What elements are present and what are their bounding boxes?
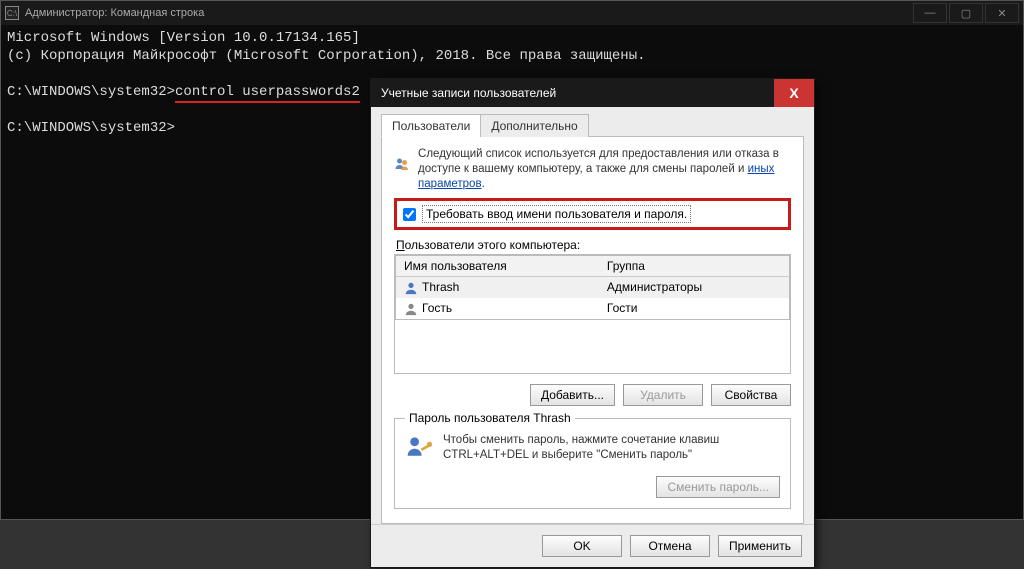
require-login-label[interactable]: Требовать ввод имени пользователя и паро… xyxy=(422,205,691,223)
users-table-wrapper: Имя пользователя Группа Thrash Администр… xyxy=(394,254,791,374)
users-table: Имя пользователя Группа Thrash Администр… xyxy=(395,255,790,320)
dialog-panel: Следующий список используется для предос… xyxy=(381,137,804,524)
user-buttons-row: Добавить... Удалить Свойства xyxy=(394,384,791,406)
col-header-user[interactable]: Имя пользователя xyxy=(396,256,599,277)
cmd-title: Администратор: Командная строка xyxy=(25,7,911,19)
password-text: Чтобы сменить пароль, нажмите сочетание … xyxy=(443,433,780,463)
change-password-button: Сменить пароль... xyxy=(656,476,780,498)
maximize-button[interactable]: ▢ xyxy=(949,3,983,23)
remove-button: Удалить xyxy=(623,384,703,406)
users-list-label: Пользователи этого компьютера: xyxy=(396,238,791,252)
cmd-prompt-2: C:\WINDOWS\system32> xyxy=(7,120,175,136)
add-button[interactable]: Добавить... xyxy=(530,384,615,406)
users-icon xyxy=(394,147,410,181)
close-button[interactable]: ✕ xyxy=(985,3,1019,23)
user-icon xyxy=(404,302,418,316)
cmd-titlebar: C:\ Администратор: Командная строка — ▢ … xyxy=(1,1,1023,25)
dialog-tabs: Пользователи Дополнительно xyxy=(381,113,804,137)
close-icon[interactable]: X xyxy=(774,79,814,107)
intro-text: Следующий список используется для предос… xyxy=(418,147,791,192)
user-icon xyxy=(404,281,418,295)
table-row[interactable]: Thrash Администраторы xyxy=(396,277,790,298)
cancel-button[interactable]: Отмена xyxy=(630,535,710,557)
properties-button[interactable]: Свойства xyxy=(711,384,791,406)
intro-row: Следующий список используется для предос… xyxy=(394,147,791,192)
cmd-entered-command: control userpasswords2 xyxy=(175,84,360,103)
key-icon xyxy=(405,433,433,468)
col-header-group[interactable]: Группа xyxy=(599,256,790,277)
dialog-title: Учетные записи пользователей xyxy=(381,86,774,100)
dialog-titlebar[interactable]: Учетные записи пользователей X xyxy=(371,79,814,107)
password-legend: Пароль пользователя Thrash xyxy=(405,411,575,425)
cmd-line-version: Microsoft Windows [Version 10.0.17134.16… xyxy=(7,30,360,46)
password-groupbox: Пароль пользователя Thrash Чтобы сменить… xyxy=(394,418,791,509)
cmd-prompt-1: C:\WINDOWS\system32>control userpassword… xyxy=(7,84,360,103)
cmd-line-copyright: (c) Корпорация Майкрософт (Microsoft Cor… xyxy=(7,48,646,64)
dialog-footer: OK Отмена Применить xyxy=(371,524,814,567)
apply-button[interactable]: Применить xyxy=(718,535,802,557)
tab-users[interactable]: Пользователи xyxy=(381,114,481,137)
minimize-button[interactable]: — xyxy=(913,3,947,23)
table-row[interactable]: Гость Гости xyxy=(396,298,790,319)
ok-button[interactable]: OK xyxy=(542,535,622,557)
cmd-icon: C:\ xyxy=(5,6,19,20)
require-login-checkbox[interactable] xyxy=(403,208,416,221)
tab-advanced[interactable]: Дополнительно xyxy=(480,114,588,137)
user-accounts-dialog: Учетные записи пользователей X Пользоват… xyxy=(370,78,815,568)
require-login-checkbox-row: Требовать ввод имени пользователя и паро… xyxy=(394,198,791,230)
